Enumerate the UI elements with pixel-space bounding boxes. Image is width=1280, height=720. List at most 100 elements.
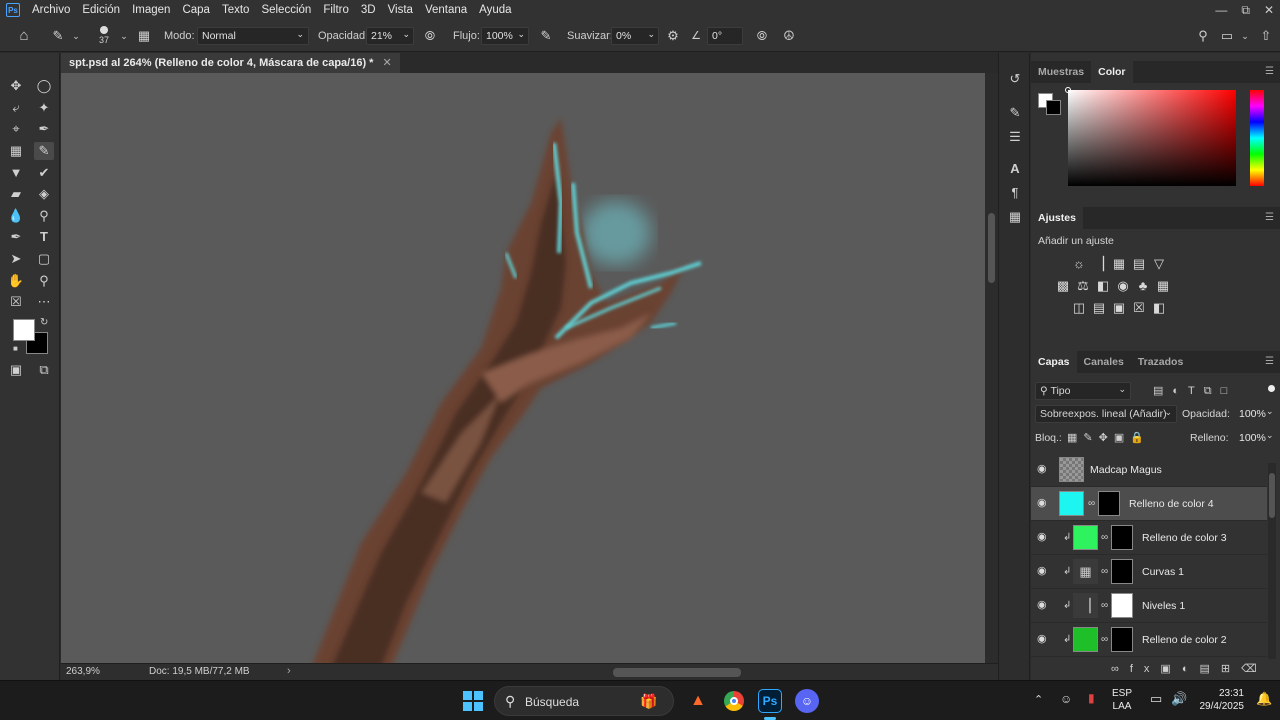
invert-icon[interactable]: ◫ [1069,297,1089,319]
fx-icon[interactable]: fx [1130,663,1161,675]
pen-tool-icon[interactable]: ✒ [6,228,26,246]
chevron-down-icon[interactable]: ⌄ [1266,406,1274,417]
menu-seleccion[interactable]: Selección [255,4,317,16]
smoothing-field[interactable]: 0% ⌄ [611,27,659,45]
clock[interactable]: 23:31 29/4/2025 [1198,687,1245,713]
canvas-area[interactable] [61,73,985,663]
brush-tool-icon[interactable]: ✎ [50,28,66,44]
network-icon[interactable]: ▭ [1150,691,1162,707]
menu-archivo[interactable]: Archivo [26,4,76,16]
photo-filter-icon[interactable]: ◉ [1113,275,1133,297]
zoom-tool-icon[interactable]: ⚲ [34,272,54,290]
tab-ajustes[interactable]: Ajustes [1031,207,1083,229]
blend-mode-select[interactable]: Sobreexpos. lineal (Añadir) ⌄ [1035,405,1177,423]
add-mask-icon[interactable]: ▣ [1160,663,1181,675]
vertical-scrollbar[interactable] [985,73,998,663]
notification-bell-icon[interactable]: 🔔 [1256,691,1272,707]
taskbar-search[interactable]: ⚲ Búsqueda 🎁 [494,686,674,716]
layer-mask-thumbnail[interactable] [1111,525,1133,550]
menu-ayuda[interactable]: Ayuda [473,4,517,16]
posterize-icon[interactable]: ▤ [1089,297,1109,319]
chevron-down-icon[interactable]: ⌄ [116,28,132,44]
menu-edicion[interactable]: Edición [76,4,126,16]
close-icon[interactable]: ✕ [1264,3,1274,17]
workspace-icon[interactable]: ▭ [1219,28,1235,44]
new-adjustment-icon[interactable]: ◐ [1182,663,1200,675]
angle-field[interactable]: 0° [707,27,743,45]
swap-colors-icon[interactable]: ↻ [40,317,48,328]
menu-texto[interactable]: Texto [216,4,256,16]
frame-tool-icon[interactable]: ☒ [6,293,26,311]
new-layer-icon[interactable]: ⊞ [1221,663,1241,675]
threshold-icon[interactable]: ▣ [1109,297,1129,319]
black-white-icon[interactable]: ◧ [1093,275,1113,297]
flow-field[interactable]: 100% ⌄ [481,27,529,45]
zoom-level[interactable]: 263,9% [66,666,100,677]
levels-icon[interactable]: ▕ [1089,253,1109,275]
eye-icon[interactable]: ◉ [1037,634,1049,645]
link-icon[interactable]: ∞ [1101,634,1108,645]
eye-icon[interactable]: ◉ [1037,498,1049,509]
hue-slider[interactable] [1250,90,1264,186]
symmetry-icon[interactable]: ☮ [781,28,797,44]
brightness-icon[interactable]: ☼ [1069,253,1089,275]
color-field[interactable] [1068,90,1236,186]
eye-icon[interactable]: ◉ [1037,566,1049,577]
foreground-color-swatch[interactable] [13,319,35,341]
bg-color-swatch[interactable] [1046,100,1061,115]
panel-menu-icon[interactable]: ☰ [1265,356,1274,367]
eraser-tool-icon[interactable]: ▰ [6,185,26,203]
vibrance-icon[interactable]: ▽ [1149,253,1169,275]
menu-3d[interactable]: 3D [355,4,382,16]
color-picker-cursor[interactable] [1065,87,1071,93]
eye-icon[interactable]: ◉ [1037,464,1049,475]
hue-saturation-icon[interactable]: ▩ [1053,275,1073,297]
close-tab-icon[interactable]: ✕ [383,57,392,69]
selective-color-icon[interactable]: ☒ [1129,297,1149,319]
chevron-down-icon[interactable]: ⌄ [1237,28,1253,44]
quick-select-tool-icon[interactable]: ✦ [34,99,54,117]
share-icon[interactable]: ⇧ [1258,28,1274,44]
scroll-thumb[interactable] [988,213,995,283]
layer-row-relleno-3[interactable]: ◉ ↲ ∞ Relleno de color 3 [1031,521,1267,555]
link-layers-icon[interactable]: ∞ [1111,663,1130,675]
layer-mask-thumbnail[interactable] [1098,491,1120,516]
character-icon[interactable]: A [1005,159,1025,179]
shape-tool-icon[interactable]: ▢ [34,250,54,268]
paint-bucket-tool-icon[interactable]: ◈ [34,185,54,203]
layer-opacity-value[interactable]: 100% [1239,408,1266,420]
discord-icon[interactable]: ☺ [795,689,819,713]
document-tab[interactable]: spt.psd al 264% (Relleno de color 4, Más… [61,53,400,73]
tab-capas[interactable]: Capas [1031,351,1077,373]
trash-icon[interactable]: ⌫ [1241,663,1268,675]
chevron-right-icon[interactable]: › [287,665,291,677]
search-icon[interactable]: ⚲ [1195,28,1211,44]
panel-menu-icon[interactable]: ☰ [1265,66,1274,77]
layer-row-curvas-1[interactable]: ◉ ↲ ▦ ∞ Curvas 1 [1031,555,1267,589]
stamp-tool-icon[interactable]: ▼ [6,164,26,182]
history-brush-tool-icon[interactable]: ✔ [34,164,54,182]
menu-imagen[interactable]: Imagen [126,4,176,16]
eyedropper-tool-icon[interactable]: ✒ [34,120,54,138]
eye-icon[interactable]: ◉ [1037,532,1049,543]
curves-icon[interactable]: ▦ [1109,253,1129,275]
tab-canales[interactable]: Canales [1077,351,1131,373]
color-balance-icon[interactable]: ⚖ [1073,275,1093,297]
menu-vista[interactable]: Vista [382,4,419,16]
layer-row-madcap-magus[interactable]: ◉ Madcap Magus [1031,453,1267,487]
brush-preset-picker[interactable]: 37 [96,24,112,45]
link-icon[interactable]: ∞ [1101,566,1108,577]
filter-toggle-icon[interactable] [1268,385,1275,392]
brush-settings-icon[interactable]: ✎ [1005,103,1025,123]
layer-mask-thumbnail[interactable] [1111,593,1133,618]
fill-value[interactable]: 100% [1239,432,1266,444]
windows-start-icon[interactable] [461,689,485,713]
photoshop-taskbar-icon[interactable]: Ps [758,689,782,713]
lock-icons[interactable]: ▦✎✥▣🔒 [1067,431,1150,444]
path-select-tool-icon[interactable]: ➤ [6,250,26,268]
layers-scrollbar[interactable] [1268,463,1276,659]
pressure-opacity-icon[interactable]: ⦾ [422,28,438,44]
default-colors-icon[interactable]: ■ [13,344,18,353]
link-icon[interactable]: ∞ [1101,532,1108,543]
paragraph-icon[interactable]: ¶ [1005,183,1025,203]
